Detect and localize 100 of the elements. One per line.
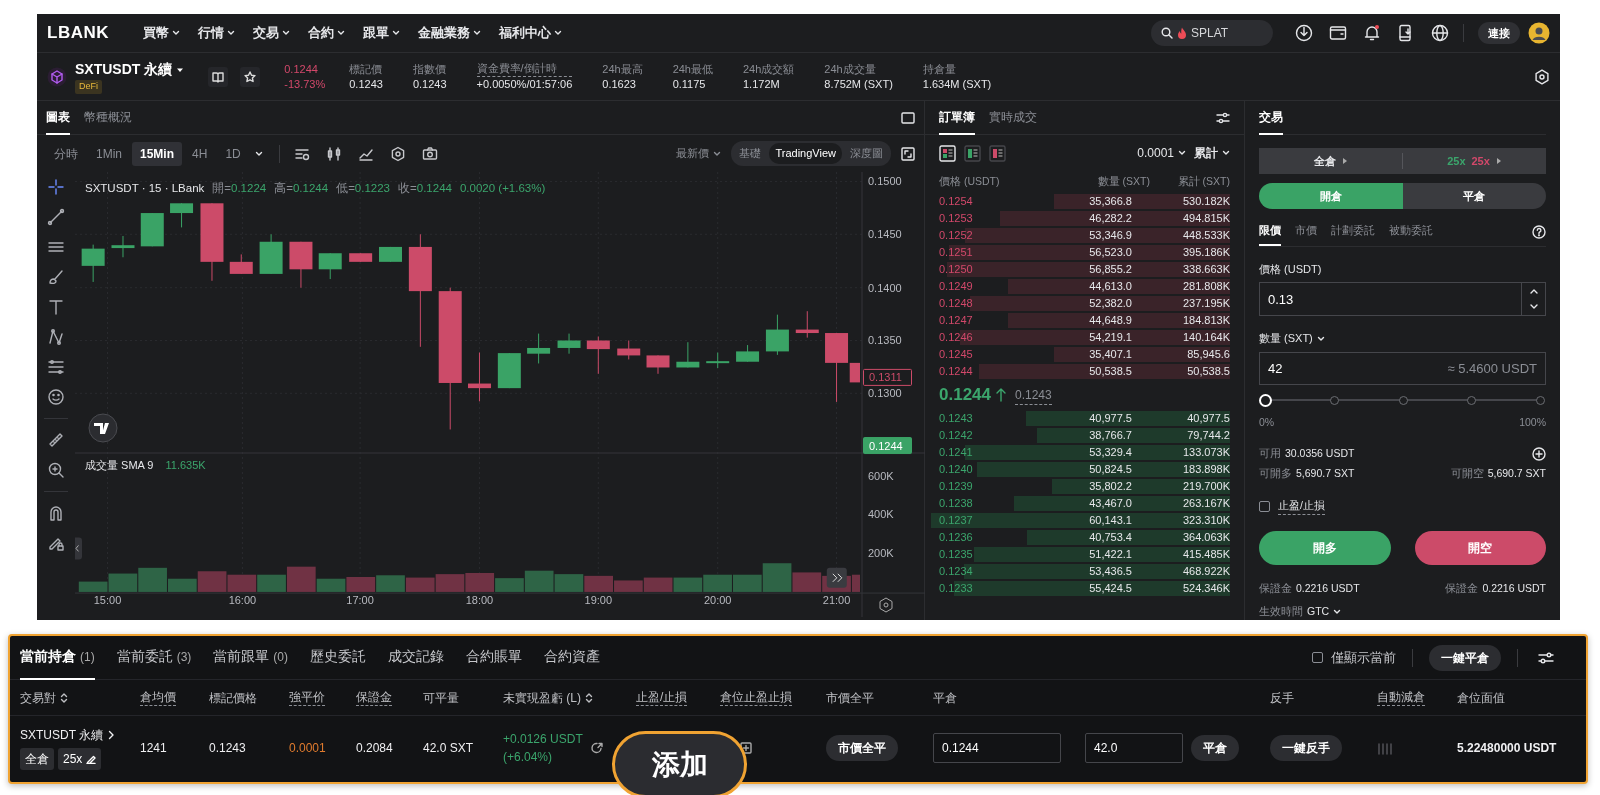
- help-icon[interactable]: [1532, 224, 1546, 239]
- close-button[interactable]: 平倉: [1191, 735, 1239, 761]
- orderbook-layout-icon[interactable]: [964, 144, 981, 162]
- logo-icon[interactable]: [88, 413, 118, 443]
- text-tool-icon[interactable]: [47, 298, 65, 316]
- search-field[interactable]: SPLAT: [1151, 20, 1273, 46]
- close-quantity-input[interactable]: 42.0: [1085, 733, 1183, 763]
- fullscreen-icon[interactable]: [901, 146, 915, 161]
- close-all-button[interactable]: 一鍵平倉: [1429, 644, 1501, 671]
- order-type-tab[interactable]: 限價: [1259, 217, 1281, 246]
- trade-tab[interactable]: 交易: [1259, 100, 1283, 135]
- search-input[interactable]: SPLAT: [1191, 24, 1251, 42]
- view-tab[interactable]: 深度圖: [844, 143, 889, 164]
- nav-menu-item[interactable]: 買幣: [143, 23, 180, 43]
- collapse-button[interactable]: [75, 537, 82, 560]
- view-tab[interactable]: TradingView: [769, 143, 842, 164]
- precision-dropdown[interactable]: 0.0001: [1137, 144, 1186, 162]
- magnet-icon[interactable]: [47, 504, 65, 522]
- order-type-tab[interactable]: 計劃委託: [1331, 217, 1375, 246]
- settings-icon[interactable]: [389, 145, 406, 162]
- close-price-input[interactable]: 0.1244: [933, 733, 1061, 763]
- leverage-button[interactable]: 25x 25x: [1403, 152, 1546, 170]
- quantity-unit-dropdown[interactable]: 數量 (SXT): [1259, 330, 1325, 347]
- quantity-input[interactable]: 42: [1268, 358, 1448, 379]
- column-header[interactable]: 未實現盈虧 (L): [503, 688, 593, 707]
- logo[interactable]: LBANK: [47, 20, 109, 46]
- positions-tab[interactable]: 當前委託 (3): [116, 635, 192, 680]
- interval-tab[interactable]: 1Min: [88, 141, 130, 166]
- reverse-button[interactable]: 一鍵反手: [1270, 735, 1342, 761]
- favorite-button[interactable]: [240, 66, 261, 87]
- zoom-in-icon[interactable]: [47, 461, 65, 479]
- interval-tab[interactable]: 4H: [184, 141, 216, 166]
- positions-tab[interactable]: 合約賬單: [466, 635, 522, 680]
- leverage-edit-button[interactable]: 25x: [58, 748, 102, 770]
- ruler-icon[interactable]: [47, 431, 65, 449]
- price-input[interactable]: 0.13: [1259, 282, 1522, 317]
- checkbox[interactable]: [1312, 652, 1323, 663]
- globe-icon[interactable]: [1431, 24, 1449, 42]
- interval-tab[interactable]: 15Min: [132, 141, 183, 166]
- chart-tab[interactable]: 幣種概況: [84, 100, 132, 135]
- short-button[interactable]: 開空: [1414, 530, 1546, 565]
- book-button[interactable]: [208, 66, 229, 87]
- smiley-icon[interactable]: [47, 388, 65, 406]
- nav-menu-item[interactable]: 行情: [198, 23, 235, 43]
- margin-mode-button[interactable]: 全倉: [1259, 152, 1402, 170]
- positions-tab[interactable]: 成交記錄: [388, 635, 444, 680]
- slider-step[interactable]: [1398, 395, 1408, 405]
- wallet-icon[interactable]: [1329, 24, 1347, 42]
- order-type-tab[interactable]: 被動委託: [1389, 217, 1433, 246]
- slider-step[interactable]: [1329, 395, 1339, 405]
- slider-step[interactable]: [1467, 395, 1477, 405]
- bell-icon[interactable]: [1363, 24, 1381, 42]
- market-close-button[interactable]: 市價全平: [826, 735, 898, 761]
- quantity-field[interactable]: 42 ≈ 5.4600 USDT: [1259, 351, 1546, 385]
- chart-tab[interactable]: 圖表: [46, 100, 70, 135]
- nav-menu-item[interactable]: 交易: [253, 23, 290, 43]
- side-tab[interactable]: 平倉: [1402, 183, 1546, 210]
- checkbox[interactable]: [1259, 500, 1270, 512]
- positions-tab[interactable]: 當前持倉 (1): [20, 635, 95, 680]
- view-tab[interactable]: 基礎: [733, 143, 768, 164]
- order-type-tab[interactable]: 市價: [1295, 217, 1317, 246]
- trend-line-icon[interactable]: [47, 208, 65, 226]
- candles-icon[interactable]: [325, 145, 342, 162]
- positions-tab[interactable]: 合約資產: [544, 635, 600, 680]
- positions-tab[interactable]: 當前跟單 (0): [213, 635, 288, 680]
- price-type-dropdown[interactable]: 最新價: [676, 145, 722, 162]
- nav-menu-item[interactable]: 金融業務: [418, 23, 481, 43]
- orderbook-tab[interactable]: 實時成交: [989, 100, 1037, 135]
- camera-icon[interactable]: [421, 145, 438, 162]
- column-header[interactable]: 交易對: [20, 688, 68, 707]
- nav-menu-item[interactable]: 跟單: [363, 23, 400, 43]
- nav-menu-item[interactable]: 福利中心: [499, 23, 562, 43]
- brush-icon[interactable]: [47, 268, 65, 286]
- position-symbol[interactable]: SXTUSDT 永續: [20, 726, 140, 744]
- add-square-icon[interactable]: [740, 742, 752, 754]
- panel-toggle-icon[interactable]: [901, 111, 915, 124]
- mode-dropdown[interactable]: 累計: [1194, 144, 1230, 162]
- positions-tab[interactable]: 歷史委託: [310, 635, 366, 680]
- filter-settings-icon[interactable]: [1216, 110, 1230, 125]
- nav-menu-item[interactable]: 合約: [308, 23, 345, 43]
- add-icon[interactable]: [1532, 447, 1546, 462]
- interval-tab[interactable]: 分時: [46, 141, 86, 166]
- slider-thumb[interactable]: [1259, 393, 1272, 407]
- connect-button[interactable]: 連接: [1478, 22, 1520, 44]
- fib-icon[interactable]: [47, 358, 65, 376]
- orderbook-tab[interactable]: 訂單簿: [939, 100, 975, 135]
- download-icon[interactable]: [1295, 24, 1313, 42]
- caret-icon[interactable]: [254, 149, 263, 158]
- crosshair-icon[interactable]: [47, 178, 65, 196]
- time-in-force-dropdown[interactable]: GTC: [1307, 604, 1342, 620]
- avatar-icon[interactable]: [1528, 22, 1550, 44]
- symbol-selector[interactable]: SXTUSDT 永續: [75, 59, 185, 81]
- slider-step[interactable]: [1536, 395, 1545, 405]
- settings-icon[interactable]: [879, 597, 893, 613]
- orderbook-layout-icon[interactable]: [989, 144, 1006, 162]
- scroll-right-button[interactable]: [826, 567, 847, 588]
- pattern-icon[interactable]: [47, 328, 65, 346]
- filter-settings-icon[interactable]: [1538, 650, 1554, 665]
- interval-tab[interactable]: 1D: [217, 141, 249, 166]
- share-icon[interactable]: [590, 742, 603, 754]
